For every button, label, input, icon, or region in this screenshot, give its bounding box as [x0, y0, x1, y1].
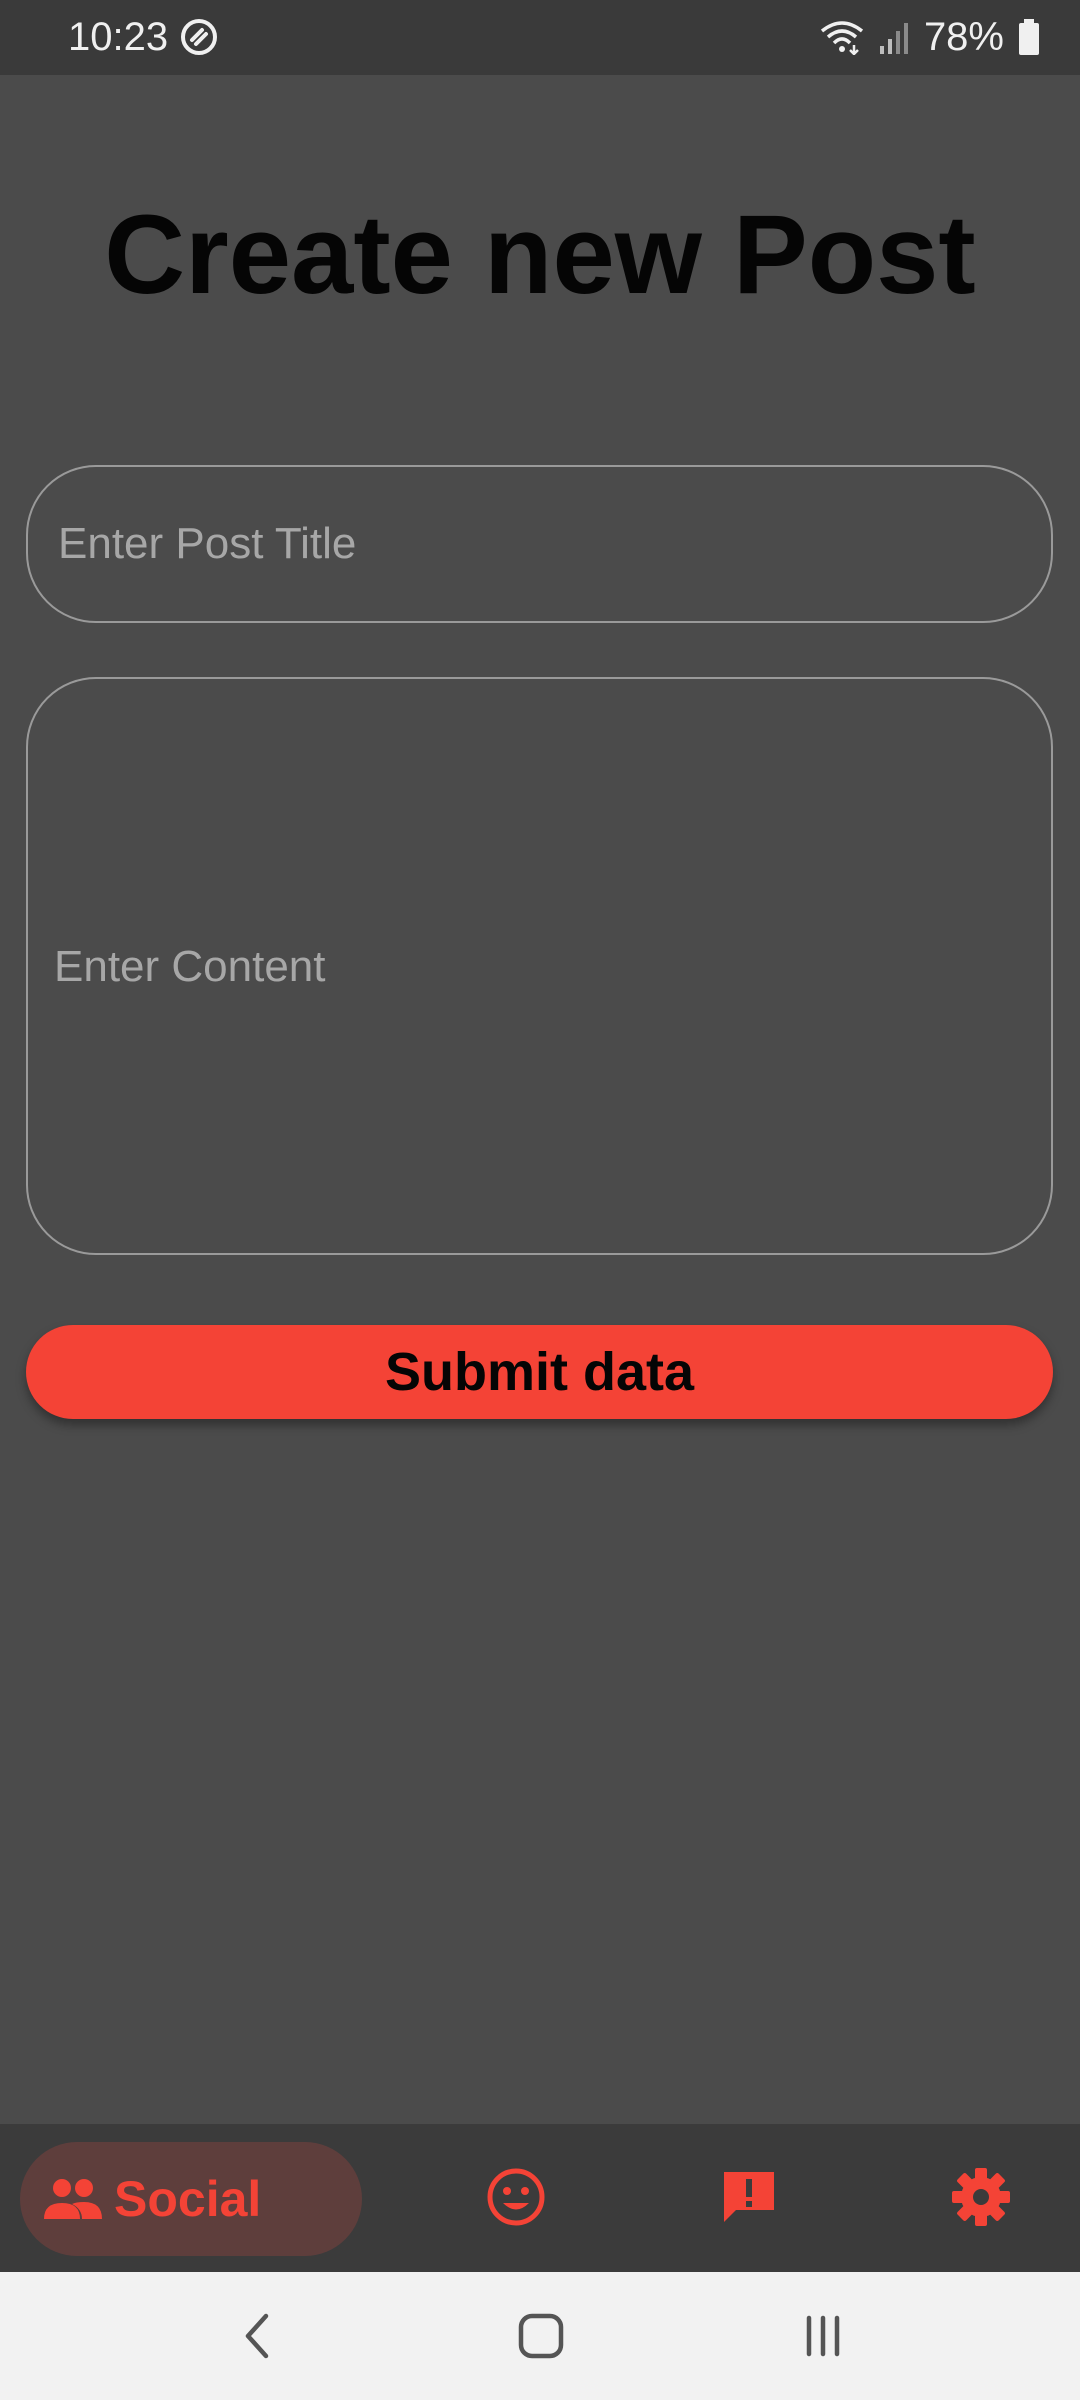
status-time: 10:23: [68, 15, 169, 59]
battery-icon: [1019, 19, 1039, 55]
signal-icon: [879, 23, 908, 54]
status-bar: 10:23 78%: [0, 0, 1080, 75]
post-title-input[interactable]: [26, 465, 1053, 623]
bottom-nav: Social: [0, 2124, 1080, 2272]
post-content-input[interactable]: Enter Content: [26, 677, 1053, 1255]
emoji-icon[interactable]: [483, 2164, 549, 2230]
people-icon: [44, 2179, 102, 2219]
status-right: 78%: [820, 12, 1040, 62]
nav-social-label: Social: [114, 2171, 262, 2227]
page-title: Create new Post: [104, 192, 976, 317]
content-placeholder: Enter Content: [54, 942, 326, 991]
wifi-icon: [820, 21, 864, 55]
screen: 10:23 78% Create new Post Enter Post Tit…: [0, 0, 1080, 2400]
recents-icon[interactable]: [793, 2306, 853, 2366]
home-icon[interactable]: [511, 2306, 571, 2366]
submit-button[interactable]: Submit data: [26, 1325, 1053, 1419]
system-nav-bar: [0, 2272, 1080, 2400]
battery-percent: 78%: [923, 15, 1004, 59]
back-icon[interactable]: [228, 2306, 288, 2366]
nav-item-social[interactable]: Social: [20, 2142, 362, 2256]
app-notification-icon: [181, 19, 217, 55]
gear-icon[interactable]: [948, 2164, 1014, 2230]
feedback-icon[interactable]: [716, 2164, 782, 2230]
